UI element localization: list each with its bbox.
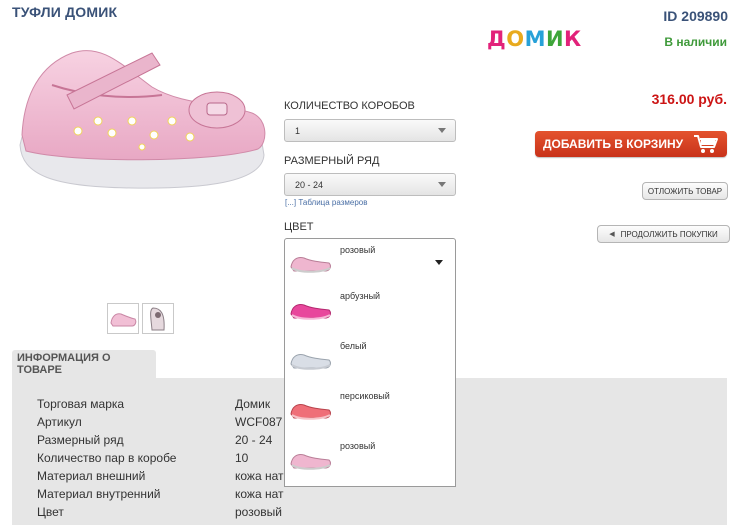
chevron-down-icon (438, 128, 446, 133)
spec-value: кожа нат (235, 487, 284, 501)
color-option[interactable]: розовый (285, 435, 455, 485)
spec-key: Материал внутренний (37, 487, 161, 501)
spec-value: WCF087 (235, 415, 283, 429)
size-label: РАЗМЕРНЫЙ РЯД (284, 155, 380, 167)
spec-value: Домик (235, 397, 271, 411)
continue-shopping-label: ПРОДОЛЖИТЬ ПОКУПКИ (620, 229, 718, 239)
product-thumbnail[interactable] (142, 303, 174, 334)
tab-product-info[interactable]: ИНФОРМАЦИЯ О ТОВАРЕ (12, 350, 156, 378)
product-price: 316.00 руб. (651, 91, 727, 107)
color-option[interactable]: белый (285, 335, 455, 385)
spec-key: Размерный ряд (37, 433, 124, 447)
page-title: ТУФЛИ ДОМИК (12, 4, 118, 20)
add-to-cart-button[interactable]: ДОБАВИТЬ В КОРЗИНУ (535, 131, 727, 157)
brand-logo[interactable]: ДОМИК (487, 27, 582, 51)
spec-value: розовый (235, 505, 282, 519)
color-option[interactable]: арбузный (285, 285, 455, 335)
spec-key: Материал внешний (37, 469, 146, 483)
continue-shopping-button[interactable]: ◀ ПРОДОЛЖИТЬ ПОКУПКИ (597, 225, 730, 243)
add-to-cart-label: ДОБАВИТЬ В КОРЗИНУ (543, 137, 684, 151)
brand-logo-letter: О (506, 27, 525, 51)
product-id: ID 209890 (663, 8, 728, 24)
boxes-select[interactable]: 1 (284, 119, 456, 142)
color-select[interactable]: розовый (284, 238, 456, 286)
color-dropdown: арбузный белый персиковый розовый (284, 285, 456, 487)
chevron-left-icon: ◀ (609, 231, 615, 238)
product-main-image[interactable] (12, 25, 272, 200)
boxes-select-value: 1 (295, 125, 301, 136)
color-option[interactable]: персиковый (285, 385, 455, 435)
product-thumbnail[interactable] (107, 303, 139, 334)
color-swatch-shoe (290, 257, 331, 273)
color-option-label: персиковый (340, 391, 390, 401)
brand-logo-letter: К (564, 27, 582, 51)
chevron-down-icon (435, 260, 443, 265)
color-swatch-shoe (290, 454, 331, 470)
size-select-value: 20 - 24 (295, 179, 324, 190)
color-swatch-shoe (290, 404, 331, 420)
color-option-label: арбузный (340, 291, 381, 301)
spec-key: Торговая марка (37, 397, 125, 411)
size-select[interactable]: 20 - 24 (284, 173, 456, 196)
spec-key: Артикул (37, 415, 82, 429)
boxes-label: КОЛИЧЕСТВО КОРОБОВ (284, 100, 415, 112)
brand-logo-letter: И (545, 27, 565, 51)
color-swatch-shoe (290, 354, 331, 370)
color-option-label: белый (340, 341, 367, 351)
spec-key: Цвет (37, 505, 64, 519)
chevron-down-icon (438, 182, 446, 187)
color-option-label: розовый (340, 441, 376, 451)
color-label: ЦВЕТ (284, 221, 314, 233)
spec-value: 10 (235, 451, 249, 465)
spec-key: Количество пар в коробе (37, 451, 177, 465)
brand-logo-letter: Д (487, 27, 507, 51)
stock-status: В наличии (664, 35, 727, 49)
size-table-link[interactable]: [...] Таблица размеров (285, 198, 368, 207)
spec-value: кожа нат (235, 469, 284, 483)
spec-value: 20 - 24 (235, 433, 273, 447)
cart-icon (693, 134, 719, 157)
color-select-value: розовый (340, 245, 376, 255)
color-swatch-shoe (290, 304, 331, 320)
defer-product-button[interactable]: ОТЛОЖИТЬ ТОВАР (642, 182, 728, 200)
brand-logo-letter: М (524, 27, 546, 51)
